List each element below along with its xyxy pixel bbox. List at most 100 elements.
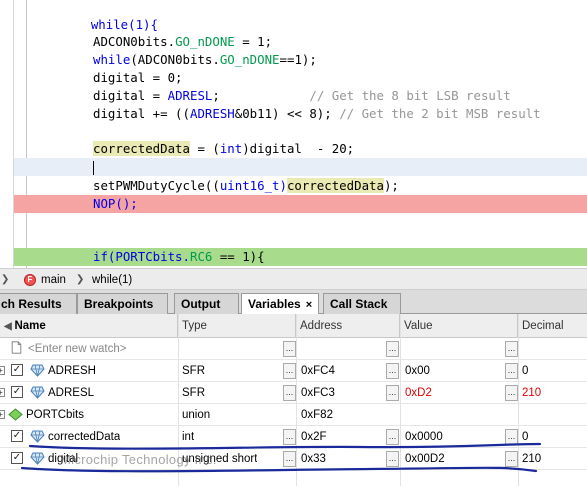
decimal-ellipsis-button[interactable]: ...	[505, 385, 518, 401]
code-highlighted-identifier: correctedData	[93, 141, 190, 156]
variable-value[interactable]: 0x00	[405, 360, 430, 382]
code-text: = 1;	[234, 34, 273, 49]
tab-breakpoints[interactable]: Breakpoints	[77, 293, 168, 314]
code-text: ;	[212, 88, 220, 103]
expand-icon[interactable]: +	[0, 366, 5, 375]
value-ellipsis-button[interactable]: ...	[386, 451, 399, 467]
variable-value[interactable]: 0x0000	[405, 426, 443, 448]
header-label: Value	[404, 320, 433, 332]
watch-checkbox[interactable]: ✓	[11, 386, 23, 398]
tab-search-results[interactable]: ch Results	[0, 293, 77, 314]
decimal-ellipsis-button[interactable]: ...	[505, 341, 518, 357]
code-text: digital += ((	[93, 106, 190, 121]
address-ellipsis-button[interactable]: ...	[283, 363, 296, 379]
variable-value[interactable]: 0x00D2	[405, 448, 445, 470]
code-text: ADCON0bits.	[93, 34, 176, 49]
code-line-setpwm: setPWMDutyCycle((uint16_t)correctedData)…	[14, 177, 587, 195]
table-row[interactable]: + PORTCbits union 0xF82	[0, 404, 587, 426]
value-ellipsis-button[interactable]: ...	[386, 363, 399, 379]
variable-type: SFR	[182, 387, 205, 399]
close-icon[interactable]: ×	[306, 299, 312, 311]
address-ellipsis-button[interactable]: ...	[283, 451, 296, 467]
code-line-program-counter[interactable]: if(PORTCbits.RC6 == 1){	[14, 248, 587, 266]
column-header-type[interactable]: Type	[178, 314, 296, 338]
code-sfr: ADRESL	[167, 88, 213, 103]
code-line-corrected: correctedData = (int)digital - 20;	[14, 140, 587, 158]
code-line-current[interactable]	[14, 158, 587, 176]
tab-label: Call Stack	[330, 297, 388, 311]
code-field: GO_nDONE	[219, 52, 280, 67]
column-header-name[interactable]: ◀ Name	[0, 314, 178, 338]
variable-name: ADRESL	[48, 387, 95, 399]
variable-address: 0x2F	[301, 431, 327, 443]
table-header: ◀ Name Type Address Value Decimal	[0, 314, 587, 338]
breadcrumb-item-while[interactable]: while(1)	[92, 272, 132, 288]
address-ellipsis-button[interactable]: ...	[283, 385, 296, 401]
sfr-diamond-icon	[30, 364, 45, 377]
union-diamond-icon	[8, 408, 23, 421]
tab-variables[interactable]: Variables ×	[241, 293, 319, 315]
function-icon: F	[24, 274, 36, 286]
text-caret	[93, 160, 94, 175]
table-row[interactable]: + ✓ ADRESH SFR ... 0xFC4 ... 0x00 ... 0	[0, 360, 587, 382]
column-header-decimal[interactable]: Decimal	[518, 314, 587, 338]
column-header-address[interactable]: Address	[296, 314, 400, 338]
code-keyword: NOP();	[93, 196, 138, 211]
value-ellipsis-button[interactable]: ...	[386, 429, 399, 445]
expand-icon[interactable]: +	[0, 388, 5, 397]
tab-label: Variables	[248, 297, 301, 311]
table-row[interactable]: + ✓ ADRESL SFR ... 0xFC3 ... 0xD2 ... 21…	[0, 382, 587, 404]
header-label: Address	[300, 320, 343, 332]
tab-call-stack[interactable]: Call Stack	[323, 293, 401, 314]
code-editor[interactable]: while(1){ ADCON0bits.GO_nDONE = 1; while…	[0, 0, 587, 268]
address-ellipsis-button[interactable]: ...	[283, 429, 296, 445]
variable-decimal[interactable]: 210	[522, 448, 541, 470]
decimal-ellipsis-button[interactable]: ...	[505, 363, 518, 379]
variable-name: PORTCbits	[26, 409, 84, 421]
code-line-digital-adresl: digital = ADRESL; // Get the 8 bit LSB r…	[14, 87, 587, 105]
variable-diamond-icon	[30, 452, 45, 465]
code-text: = (	[189, 141, 220, 156]
variable-decimal[interactable]: 0	[522, 360, 528, 382]
code-comment: // Get the 8 bit LSB result	[309, 88, 511, 103]
watermark: Microchip Technology Inc.	[60, 452, 217, 467]
breadcrumb-item-main[interactable]: F main	[24, 272, 66, 288]
code-text: digital = 0;	[93, 70, 183, 85]
tab-output[interactable]: Output	[174, 293, 239, 314]
variable-type: union	[182, 409, 211, 421]
variable-value-changed[interactable]: 0xD2	[405, 382, 432, 404]
editor-gutter	[0, 0, 27, 268]
code-keyword: uint16_t)	[219, 178, 287, 193]
expand-icon[interactable]: +	[0, 410, 5, 419]
value-ellipsis-button[interactable]: ...	[386, 385, 399, 401]
watch-checkbox[interactable]: ✓	[11, 452, 23, 464]
breadcrumb-separator: ❯	[76, 274, 85, 285]
variable-decimal-changed[interactable]: 210	[522, 382, 541, 404]
code-text: );	[383, 178, 399, 193]
new-watch-row[interactable]: <Enter new watch> ... ... ...	[0, 338, 587, 360]
sfr-diamond-icon	[30, 386, 45, 399]
code-line-while: while(1){	[14, 0, 587, 32]
watch-checkbox[interactable]: ✓	[11, 430, 23, 442]
code-line-digital-zero: digital = 0;	[14, 69, 587, 87]
variable-decimal[interactable]: 0	[522, 426, 528, 448]
tab-label: Breakpoints	[84, 297, 154, 311]
decimal-ellipsis-button[interactable]: ...	[505, 429, 518, 445]
new-watch-icon	[11, 341, 22, 354]
code-highlighted-identifier: correctedData	[286, 178, 384, 193]
table-row[interactable]: ✓ correctedData int ... 0x2F ... 0x0000 …	[0, 426, 587, 448]
watch-checkbox[interactable]: ✓	[11, 364, 23, 376]
breadcrumb-label: main	[41, 274, 66, 286]
decimal-ellipsis-button[interactable]: ...	[505, 451, 518, 467]
value-ellipsis-button[interactable]: ...	[386, 341, 399, 357]
variable-name: correctedData	[48, 431, 121, 443]
header-label: Decimal	[522, 320, 564, 332]
code-text: while(1){	[90, 17, 158, 32]
column-header-value[interactable]: Value	[400, 314, 518, 338]
code-text: &0b11) << 8);	[234, 106, 340, 121]
new-watch-input[interactable]: <Enter new watch>	[28, 338, 126, 360]
code-line-digital-adresh: digital += ((ADRESH&0b11) << 8); // Get …	[14, 105, 587, 123]
address-ellipsis-button[interactable]: ...	[283, 341, 296, 357]
variable-address: 0xFC4	[301, 365, 335, 377]
code-line-breakpoint-nop[interactable]: NOP();	[14, 195, 587, 213]
